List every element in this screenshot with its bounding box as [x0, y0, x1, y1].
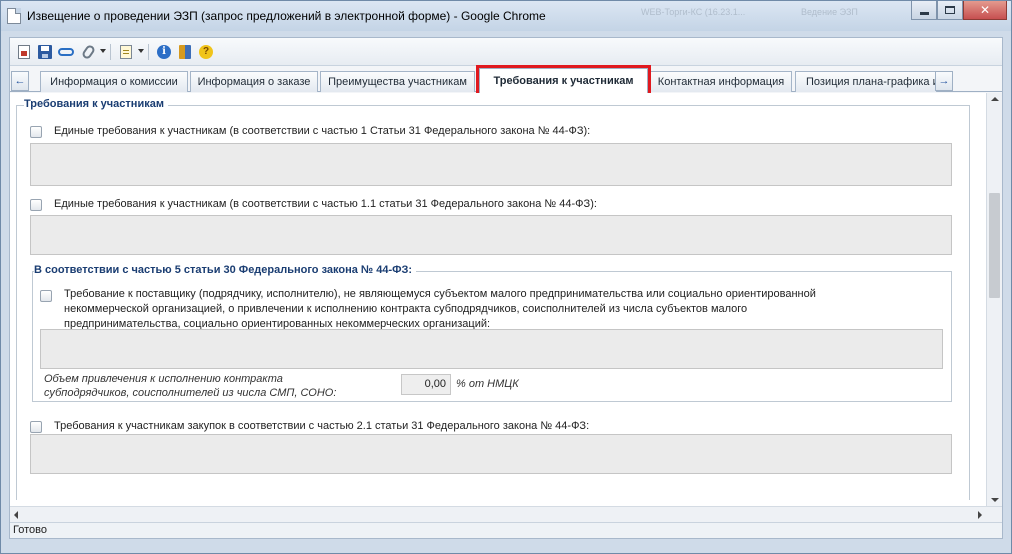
horizontal-scrollbar[interactable] [10, 506, 1002, 522]
attach-dropdown-arrow[interactable] [100, 49, 106, 53]
status-text: Готово [13, 524, 47, 536]
volume-label-line-2: субподрядчиков, соисполнителей из числа … [44, 387, 337, 399]
app-client-area: i ? ← Информация о комиссии Информация о… [9, 37, 1003, 539]
req3-checkbox[interactable] [40, 290, 52, 302]
requirements-group-title: Требования к участникам [24, 98, 168, 110]
minimize-icon [919, 11, 929, 15]
link-icon [58, 48, 74, 56]
vertical-scrollbar[interactable] [986, 93, 1002, 506]
smp-sono-group-title: В соответствии с частью 5 статьи 30 Феде… [34, 264, 417, 276]
tab-label: Позиция плана-графика и... [806, 76, 937, 88]
tab-participant-requirements[interactable]: Требования к участникам [479, 68, 648, 93]
scroll-down-icon[interactable] [991, 498, 999, 502]
tab-advantages[interactable]: Преимущества участникам [320, 71, 475, 92]
req1-textbox[interactable] [30, 143, 952, 186]
new-document-button[interactable] [16, 44, 32, 60]
help-icon: ? [199, 45, 213, 59]
maximize-icon [945, 6, 955, 14]
req3-line-1: Требование к поставщику (подрядчику, исп… [64, 288, 816, 300]
req4-checkbox[interactable] [30, 421, 42, 433]
minimize-button[interactable] [911, 1, 937, 20]
page-icon [7, 8, 21, 24]
req2-checkbox[interactable] [30, 199, 42, 211]
window-controls: ✕ [911, 1, 1007, 21]
link-button[interactable] [58, 44, 74, 60]
tab-label: Требования к участникам [493, 75, 634, 87]
toolbar-separator [110, 44, 111, 60]
paper-icon [120, 45, 132, 59]
save-icon [38, 45, 52, 59]
tab-order-info[interactable]: Информация о заказе [190, 71, 318, 92]
attach-button[interactable] [80, 43, 96, 61]
document-icon [18, 45, 30, 59]
scroll-right-icon[interactable] [978, 511, 982, 519]
arrow-left-icon: ← [14, 75, 26, 87]
tab-plan-schedule[interactable]: Позиция плана-графика и... [795, 71, 937, 92]
req4-label: Требования к участникам закупок в соотве… [54, 420, 590, 432]
book-icon [179, 45, 191, 59]
background-tab-text-2: Ведение ЭЗП [801, 7, 858, 17]
req1-label: Единые требования к участникам (в соотве… [54, 125, 591, 137]
arrow-right-icon: → [938, 75, 950, 87]
toolbar: i ? [10, 38, 1002, 66]
save-button[interactable] [37, 44, 53, 60]
volume-percent-input[interactable]: 0,00 [401, 374, 451, 395]
req1-row: Единые требования к участникам (в соотве… [30, 125, 590, 138]
req1-checkbox[interactable] [30, 126, 42, 138]
scroll-up-icon[interactable] [991, 97, 999, 101]
scroll-thumb[interactable] [989, 193, 1000, 298]
req3-line-2: некоммерческой организацией, о привлечен… [64, 303, 748, 315]
req3-textbox[interactable] [40, 329, 943, 369]
tab-label: Информация о заказе [197, 76, 311, 88]
tab-scroll-right-button[interactable]: → [935, 71, 953, 91]
info-button[interactable]: i [156, 44, 172, 60]
tab-label: Преимущества участникам [328, 76, 467, 88]
help-button[interactable]: ? [198, 44, 214, 60]
print-dropdown-arrow[interactable] [138, 49, 144, 53]
req2-label: Единые требования к участникам (в соотве… [54, 198, 597, 210]
req2-row: Единые требования к участникам (в соотве… [30, 198, 597, 211]
req2-textbox[interactable] [30, 215, 952, 255]
volume-label-line-1: Объем привлечения к исполнению контракта [44, 373, 283, 385]
attach-icon [80, 43, 96, 61]
reference-button[interactable] [177, 44, 193, 60]
volume-unit-label: % от НМЦК [456, 378, 519, 390]
info-icon: i [157, 45, 171, 59]
scroll-left-icon[interactable] [14, 511, 18, 519]
req4-textbox[interactable] [30, 434, 952, 474]
background-tab-text: WEB-Торги-КС (16.23.1... [641, 7, 746, 17]
window-title: Извещение о проведении ЭЗП (запрос предл… [27, 9, 546, 23]
tab-contact-info[interactable]: Контактная информация [650, 71, 792, 92]
tab-label: Контактная информация [657, 76, 785, 88]
tab-strip: ← Информация о комиссии Информация о зак… [10, 65, 1002, 96]
print-button[interactable] [118, 44, 134, 60]
requirements-panel: Требования к участникам Единые требовани… [10, 93, 986, 506]
req4-row: Требования к участникам закупок в соотве… [30, 420, 589, 433]
tab-label: Информация о комиссии [50, 76, 178, 88]
close-button[interactable]: ✕ [963, 1, 1007, 20]
status-bar: Готово [10, 522, 1002, 538]
req3-label: Требование к поставщику (подрядчику, исп… [64, 287, 816, 332]
tab-scroll-left-button[interactable]: ← [11, 71, 29, 91]
tab-commission-info[interactable]: Информация о комиссии [40, 71, 188, 92]
req3-row: Требование к поставщику (подрядчику, исп… [40, 287, 816, 332]
maximize-button[interactable] [937, 1, 963, 20]
close-icon: ✕ [979, 3, 991, 17]
browser-window: Извещение о проведении ЭЗП (запрос предл… [0, 0, 1012, 554]
toolbar-separator [148, 44, 149, 60]
title-bar: Извещение о проведении ЭЗП (запрос предл… [1, 1, 1011, 31]
